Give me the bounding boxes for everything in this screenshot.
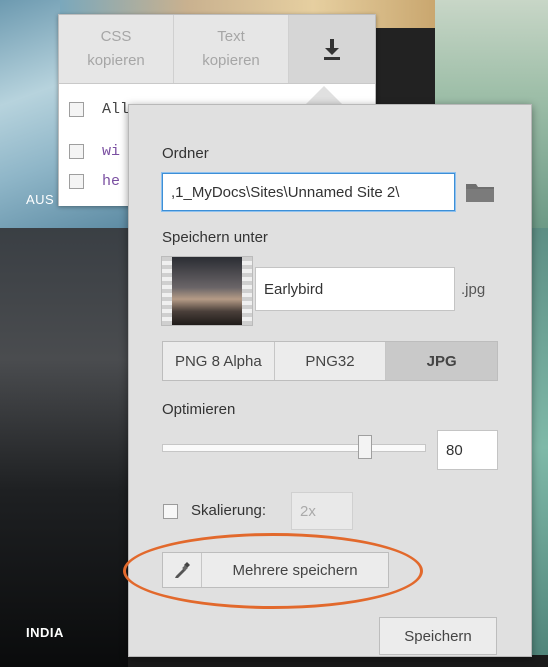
scaling-checkbox[interactable] bbox=[163, 504, 178, 519]
background-photo-tile bbox=[530, 228, 548, 667]
copy-toolbar: CSS kopieren Text kopieren bbox=[59, 15, 375, 84]
quality-slider-track[interactable] bbox=[162, 444, 426, 452]
format-jpg-button[interactable]: JPG bbox=[386, 342, 498, 380]
highlight-annotation bbox=[123, 533, 423, 609]
scaling-label: Skalierung: bbox=[191, 502, 267, 519]
format-selector: PNG 8 Alpha PNG32 JPG bbox=[162, 341, 498, 381]
list-item-label: All bbox=[102, 100, 130, 118]
quality-slider-handle[interactable] bbox=[358, 435, 372, 459]
thumbnail-transparency-edge bbox=[162, 257, 172, 325]
folder-path-input[interactable]: ,1_MyDocs\Sites\Unnamed Site 2\ bbox=[162, 173, 455, 211]
list-item-label: wi bbox=[102, 142, 121, 160]
dialog-pointer bbox=[306, 86, 342, 104]
export-dialog: Ordner ,1_MyDocs\Sites\Unnamed Site 2\ S… bbox=[123, 104, 532, 657]
optimize-label: Optimieren bbox=[162, 401, 236, 418]
scaling-input[interactable]: 2x bbox=[291, 492, 353, 530]
text-copy-button[interactable]: Text kopieren bbox=[174, 15, 289, 83]
save-button[interactable]: Speichern bbox=[379, 617, 497, 655]
list-item-label: he bbox=[102, 172, 121, 190]
photo-caption-top: AUS bbox=[26, 192, 55, 207]
css-copy-button[interactable]: CSS kopieren bbox=[59, 15, 174, 83]
image-thumbnail bbox=[161, 256, 253, 326]
checkbox[interactable] bbox=[69, 173, 84, 189]
text-copy-label-line2: kopieren bbox=[202, 52, 260, 69]
background-photo-tile bbox=[0, 228, 128, 667]
folder-icon[interactable] bbox=[465, 181, 495, 203]
checkbox[interactable] bbox=[69, 143, 84, 159]
download-icon bbox=[324, 39, 340, 60]
download-button[interactable] bbox=[289, 15, 375, 83]
photo-caption-bottom: INDIA bbox=[26, 625, 64, 640]
format-png32-button[interactable]: PNG32 bbox=[274, 342, 387, 380]
format-png8-alpha-button[interactable]: PNG 8 Alpha bbox=[163, 342, 275, 380]
file-extension: .jpg bbox=[461, 281, 486, 298]
text-copy-label-line1: Text bbox=[217, 28, 245, 45]
css-copy-label-line2: kopieren bbox=[87, 52, 145, 69]
css-copy-label-line1: CSS bbox=[100, 28, 132, 45]
quality-input[interactable]: 80 bbox=[437, 430, 498, 470]
checkbox[interactable] bbox=[69, 101, 84, 117]
folder-label: Ordner bbox=[162, 145, 209, 162]
save-as-label: Speichern unter bbox=[162, 229, 268, 246]
thumbnail-transparency-edge bbox=[242, 257, 252, 325]
filename-input[interactable]: Earlybird bbox=[255, 267, 455, 311]
